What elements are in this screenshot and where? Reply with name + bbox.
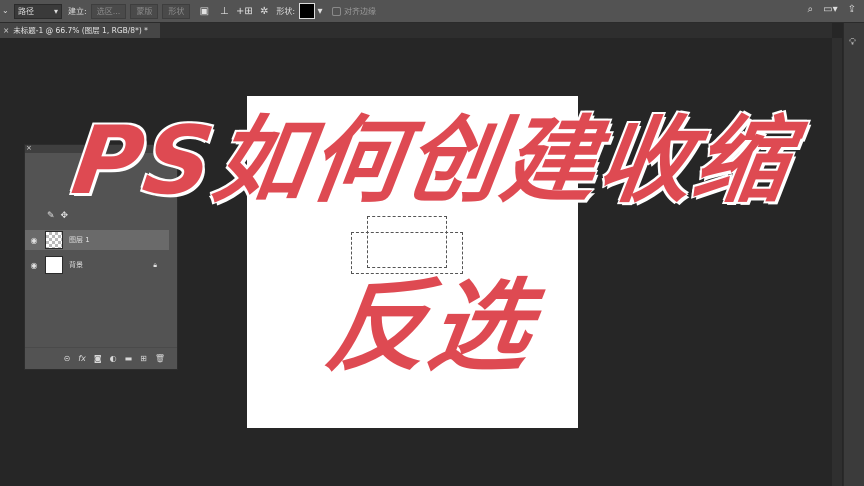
layers-panel-footer: ⊝ fx ◙ ◐ ▬ ⊞ 🗑︎	[25, 347, 177, 369]
layer-row[interactable]: ◉ 图层 1	[25, 230, 169, 250]
new-layer-icon[interactable]: ⊞	[140, 354, 147, 363]
align-edges-checkbox[interactable]: 对齐边缘	[332, 6, 376, 17]
eye-icon[interactable]: ◉	[25, 236, 43, 245]
selection-marquee-inner	[367, 216, 447, 268]
search-icon[interactable]: ⌕	[808, 4, 814, 15]
share-icon[interactable]: ⇪	[848, 4, 856, 15]
layer-row[interactable]: ◉ 背景 🔒︎	[25, 255, 169, 275]
path-mode-value: 路径	[18, 6, 34, 16]
link-icon[interactable]: ⊝	[64, 354, 71, 363]
path-mode-select[interactable]: 路径 ▾	[14, 3, 62, 19]
lightbulb-icon[interactable]: 💡︎	[849, 37, 860, 51]
overlay-title-line2: 反选	[319, 267, 541, 386]
right-dock: 💡︎	[843, 23, 864, 486]
vertical-scrollbar[interactable]	[832, 38, 842, 486]
align-edges-label: 对齐边缘	[344, 6, 377, 16]
chevron-down-icon[interactable]: ▾	[316, 5, 324, 17]
tool-preset-chevron-icon[interactable]: ⌄	[2, 6, 9, 16]
document-tab-bar: × 未标题-1 @ 66.7% (图层 1, RGB/8*) *	[0, 23, 832, 38]
lock-controls: ✎ ✥	[47, 211, 68, 221]
document-tab-title: 未标题-1 @ 66.7% (图层 1, RGB/8*) *	[13, 26, 148, 35]
fx-icon[interactable]: fx	[78, 354, 86, 363]
layer-thumbnail	[45, 231, 63, 249]
shape-button[interactable]: 形状	[162, 3, 191, 19]
layer-name: 图层 1	[69, 236, 90, 244]
document-tab[interactable]: × 未标题-1 @ 66.7% (图层 1, RGB/8*) *	[0, 23, 160, 38]
workspace-icon[interactable]: ▭▾	[823, 4, 837, 15]
eye-icon[interactable]: ◉	[25, 261, 43, 270]
mask-button[interactable]: 蒙版	[130, 3, 159, 19]
lock-icon: 🔒︎	[153, 260, 157, 269]
lock-pixels-icon[interactable]: ✎	[47, 211, 55, 221]
layer-thumbnail	[45, 256, 63, 274]
adjustment-icon[interactable]: ◐	[110, 354, 117, 363]
path-arrangement-icon[interactable]: +⊞	[236, 5, 253, 17]
folder-icon[interactable]: ▬	[125, 354, 133, 363]
selection-button[interactable]: 选区...	[90, 3, 127, 19]
options-bar-right: ⌕ ▭▾ ⇪	[808, 4, 856, 15]
gear-icon[interactable]: ✲	[258, 5, 270, 17]
mask-icon[interactable]: ◙	[94, 354, 102, 363]
path-alignment-icon[interactable]: ⊥	[218, 5, 230, 17]
overlay-title-line1: PS如何创建收缩	[65, 106, 799, 217]
options-bar: ⌄ 路径 ▾ 建立: 选区... 蒙版 形状 ▣ ⊥ +⊞ ✲ 形状: ▾ 对齐…	[0, 0, 864, 23]
layer-name: 背景	[69, 261, 83, 269]
chevron-down-icon: ▾	[53, 6, 58, 16]
make-label: 建立:	[68, 6, 87, 16]
shape-picker-swatch[interactable]	[299, 3, 316, 19]
close-icon[interactable]: ×	[3, 26, 9, 35]
trash-icon[interactable]: 🗑︎	[155, 354, 165, 363]
checkbox-box	[332, 6, 342, 16]
shape-label: 形状:	[276, 6, 296, 16]
path-operations-icon[interactable]: ▣	[198, 5, 210, 17]
